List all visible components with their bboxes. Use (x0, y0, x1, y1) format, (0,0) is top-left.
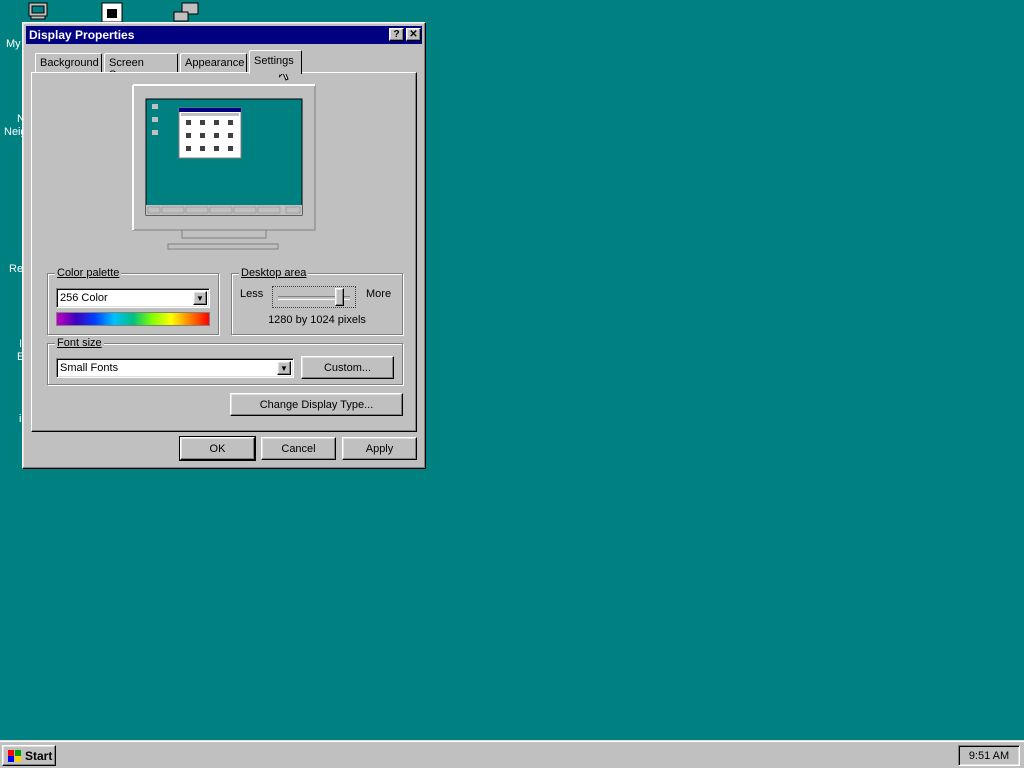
desktop-area-label: Desktop area (239, 267, 309, 279)
tab-background[interactable]: Background (35, 53, 102, 73)
help-icon: ? (393, 29, 400, 40)
settings-tab-panel: Color palette 256 Color ▼ Desktop area L… (31, 72, 417, 432)
color-spectrum-bar (56, 312, 210, 326)
taskbar: Start 9:51 AM (0, 740, 1024, 768)
apply-button[interactable]: Apply (342, 437, 417, 460)
slider-more-label: More (366, 288, 392, 300)
tab-appearance[interactable]: Appearance (180, 53, 247, 73)
title-bar[interactable]: Display Properties ? ✕ (26, 26, 422, 44)
cancel-button[interactable]: Cancel (261, 437, 336, 460)
tab-background-label: Background (40, 57, 99, 69)
change-display-type-button[interactable]: Change Display Type... (230, 393, 403, 416)
start-button[interactable]: Start (2, 745, 56, 766)
chevron-down-icon[interactable]: ▼ (277, 361, 291, 375)
system-tray: 9:51 AM (958, 745, 1020, 766)
monitor-preview (132, 84, 318, 254)
close-button[interactable]: ✕ (406, 28, 421, 41)
chevron-down-icon[interactable]: ▼ (193, 291, 207, 305)
display-properties-window: Display Properties ? ✕ Background Screen… (22, 22, 426, 469)
tab-screen-saver[interactable]: Screen Saver (104, 53, 178, 81)
desktop-label-my-computer: My (6, 38, 21, 50)
monitor-illustration (132, 84, 316, 250)
resolution-slider[interactable] (272, 286, 356, 308)
font-size-group: Font size Small Fonts ▼ Custom... (47, 337, 403, 385)
tab-settings[interactable]: Settings (249, 50, 302, 74)
color-palette-group: Color palette 256 Color ▼ (47, 267, 219, 335)
color-palette-value: 256 Color (60, 292, 108, 304)
color-palette-label: Color palette (55, 267, 122, 279)
help-button[interactable]: ? (389, 28, 404, 41)
font-size-label: Font size (55, 337, 104, 349)
tab-appearance-label: Appearance (185, 57, 245, 69)
close-icon: ✕ (409, 29, 418, 40)
slider-thumb[interactable] (335, 288, 345, 306)
documents-icon[interactable] (100, 2, 124, 23)
windows-logo-icon (6, 749, 22, 763)
window-title: Display Properties (29, 28, 135, 42)
clock[interactable]: 9:51 AM (969, 750, 1009, 762)
desktop-area-group: Desktop area Less More 1280 by 1024 pixe… (231, 267, 403, 335)
slider-less-label: Less (240, 288, 264, 300)
my-computer-icon[interactable] (28, 2, 50, 20)
font-size-dropdown[interactable]: Small Fonts ▼ (56, 358, 294, 378)
ok-button[interactable]: OK (179, 436, 256, 461)
network-icon[interactable] (172, 2, 202, 22)
start-label: Start (25, 748, 53, 763)
tab-settings-label: Settings (254, 55, 294, 67)
color-palette-dropdown[interactable]: 256 Color ▼ (56, 288, 210, 308)
font-size-value: Small Fonts (60, 362, 119, 374)
desktop-label-recycle-bin: Re (9, 263, 24, 275)
resolution-text: 1280 by 1024 pixels (268, 314, 366, 326)
custom-font-button[interactable]: Custom... (301, 356, 394, 379)
